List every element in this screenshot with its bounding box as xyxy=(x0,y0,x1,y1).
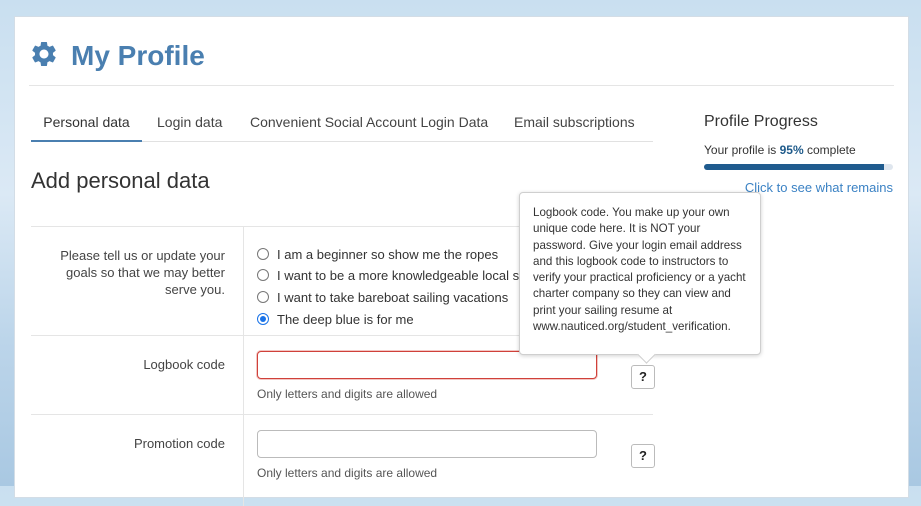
goal-option-label: The deep blue is for me xyxy=(277,311,414,327)
radio-circle[interactable] xyxy=(257,313,269,325)
profile-panel: My Profile Personal data Login data Conv… xyxy=(14,16,909,506)
tab-personal-data[interactable]: Personal data xyxy=(31,111,142,142)
gear-icon xyxy=(29,39,59,74)
page-title: My Profile xyxy=(71,40,205,71)
goals-label-line: goals so that we may better xyxy=(66,265,225,280)
promotion-code-input[interactable] xyxy=(257,430,597,458)
logbook-tooltip: Logbook code. You make up your own uniqu… xyxy=(519,192,761,355)
progress-bar-fill xyxy=(704,164,884,170)
logbook-help-button[interactable]: ? xyxy=(631,365,655,389)
row-divider xyxy=(31,414,653,415)
header-divider xyxy=(29,85,894,86)
goals-label: Please tell us or update your goals so t… xyxy=(60,247,225,298)
goals-radio-group: I am a beginner so show me the ropes I w… xyxy=(257,245,522,335)
goal-option-label: I am a beginner so show me the ropes xyxy=(277,246,499,262)
progress-text-suffix: complete xyxy=(806,143,856,157)
progress-text-prefix: Your profile is xyxy=(704,143,777,157)
goal-option-deep-blue[interactable]: The deep blue is for me xyxy=(257,310,414,328)
goal-option-label: I want to take bareboat sailing vacation… xyxy=(277,289,509,305)
goal-option-label: I want to be a more knowledgeable local … xyxy=(277,267,522,283)
radio-circle[interactable] xyxy=(257,291,269,303)
tab-email-subscriptions[interactable]: Email subscriptions xyxy=(514,111,635,140)
tooltip-text: Logbook code. You make up your own uniqu… xyxy=(533,206,746,334)
logbook-label: Logbook code xyxy=(143,357,225,372)
goal-option-bareboat[interactable]: I want to take bareboat sailing vacation… xyxy=(257,288,508,306)
progress-percent: 95% xyxy=(779,143,804,157)
goal-option-local-sailor[interactable]: I want to be a more knowledgeable local … xyxy=(257,266,522,284)
promotion-label: Promotion code xyxy=(133,436,225,451)
goals-label-line: serve you. xyxy=(165,282,225,297)
promotion-hint: Only letters and digits are allowed xyxy=(257,466,438,480)
logbook-code-input[interactable] xyxy=(257,351,597,379)
tab-login-data[interactable]: Login data xyxy=(157,111,222,140)
promotion-help-button[interactable]: ? xyxy=(631,444,655,468)
tab-social-login[interactable]: Convenient Social Account Login Data xyxy=(250,111,488,140)
radio-circle[interactable] xyxy=(257,269,269,281)
profile-tabs: Personal data Login data Convenient Soci… xyxy=(31,111,653,142)
progress-bar xyxy=(704,164,893,170)
progress-title: Profile Progress xyxy=(704,113,818,130)
progress-text: Your profile is 95% complete xyxy=(704,143,856,157)
logbook-hint: Only letters and digits are allowed xyxy=(257,387,438,401)
goal-option-beginner[interactable]: I am a beginner so show me the ropes xyxy=(257,245,498,263)
page-header: My Profile xyxy=(29,39,205,73)
section-title: Add personal data xyxy=(31,168,210,193)
see-what-remains-link[interactable]: Click to see what remains xyxy=(745,180,893,195)
goals-label-line: Please tell us or update your xyxy=(60,248,225,263)
form-column-divider xyxy=(243,226,244,506)
radio-circle[interactable] xyxy=(257,248,269,260)
